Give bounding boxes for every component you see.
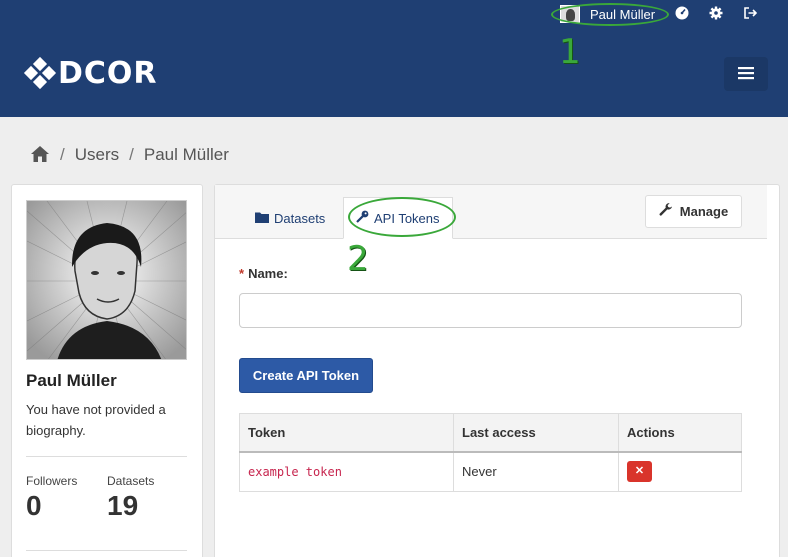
delete-token-button[interactable]: ✕ <box>627 461 652 483</box>
manage-label: Manage <box>679 204 729 219</box>
column-header-actions: Actions <box>618 413 742 453</box>
hamburger-menu-button[interactable] <box>724 57 768 91</box>
breadcrumb: / Users / Paul Müller <box>30 143 229 167</box>
breadcrumb-separator: / <box>60 145 65 164</box>
breadcrumb-users[interactable]: Users <box>75 145 119 165</box>
hamburger-menu-icon <box>738 64 754 84</box>
tokens-table: Token Last access Actions example token … <box>239 413 742 492</box>
followers-value: 0 <box>26 490 42 521</box>
annotation-number-1: 1 <box>559 32 581 72</box>
datasets-value: 19 <box>107 490 139 521</box>
annotation-oval-tab <box>348 197 456 237</box>
tabs-bar: Datasets API Tokens Manage <box>215 185 767 239</box>
dcor-logo[interactable]: DCOR <box>23 55 158 91</box>
token-name-input[interactable] <box>239 293 742 328</box>
delete-icon: ✕ <box>634 465 645 478</box>
logout-icon[interactable] <box>742 6 758 22</box>
profile-bio: You have not provided a biography. <box>26 402 166 438</box>
profile-name: Paul Müller <box>26 371 117 390</box>
required-mark: * <box>239 266 245 281</box>
tab-label: Datasets <box>274 210 326 226</box>
token-name: example token <box>248 465 342 480</box>
breadcrumb-current-user[interactable]: Paul Müller <box>144 145 229 165</box>
token-cell: example token <box>239 451 454 492</box>
divider <box>26 550 187 551</box>
divider <box>26 456 187 457</box>
annotation-oval-user <box>551 3 669 26</box>
breadcrumb-separator: / <box>129 145 134 164</box>
tab-datasets[interactable]: Datasets <box>243 197 337 239</box>
name-field-label: * Name: <box>239 266 288 281</box>
actions-cell: ✕ <box>618 451 742 492</box>
home-icon[interactable] <box>30 145 50 165</box>
profile-card: Paul Müller You have not provided a biog… <box>11 184 203 557</box>
datasets-label: Datasets <box>107 474 155 488</box>
profile-image <box>26 200 187 360</box>
table-row: example token Never ✕ <box>239 451 742 492</box>
followers-label: Followers <box>26 474 78 488</box>
main-content-card: Datasets API Tokens Manage * Name: Create… <box>214 184 780 557</box>
table-header-row: Token Last access Actions <box>239 413 742 453</box>
last-access-cell: Never <box>453 451 619 492</box>
wrench-icon <box>659 203 673 220</box>
column-header-last-access: Last access <box>453 413 619 453</box>
masthead: Paul Müller DCOR <box>0 0 788 117</box>
folder-icon <box>255 211 269 226</box>
name-label-text: Name: <box>248 266 288 281</box>
logo-text: DCOR <box>58 55 158 91</box>
manage-button[interactable]: Manage <box>645 195 742 228</box>
logo-mark-icon <box>23 56 57 90</box>
annotation-number-2: 2 <box>347 239 369 279</box>
dashboard-icon[interactable] <box>674 6 690 22</box>
column-header-token: Token <box>239 413 454 453</box>
gear-icon[interactable] <box>708 6 724 22</box>
create-api-token-button[interactable]: Create API Token <box>239 358 373 393</box>
